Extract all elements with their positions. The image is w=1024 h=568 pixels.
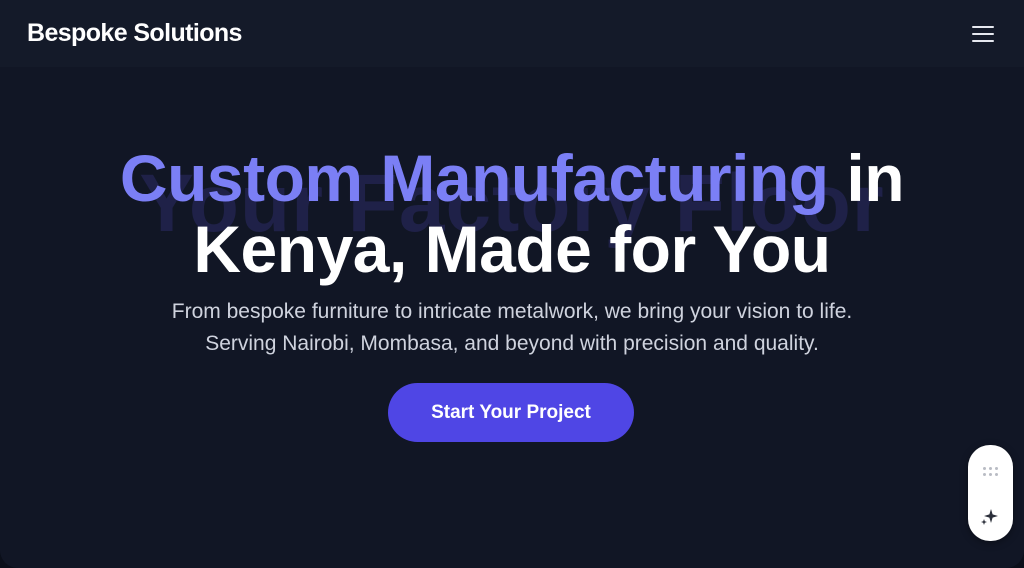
sparkle-icon[interactable] [979,506,1001,528]
hero-section: Your Factory Floor Custom Manufacturing … [0,67,1024,568]
floating-widget [968,445,1013,541]
start-project-button[interactable]: Start Your Project [388,383,634,442]
headline-accent: Custom Manufacturing [119,141,829,215]
headline-in: in [828,141,905,215]
drag-handle-icon[interactable] [983,467,998,476]
page-frame: Bespoke Solutions Your Factory Floor Cus… [0,0,1024,568]
menu-bar [972,25,994,28]
headline-line-2: Kenya, Made for You [193,212,831,286]
hamburger-menu-icon[interactable] [972,25,994,43]
brand-logo[interactable]: Bespoke Solutions [27,19,242,48]
top-navbar: Bespoke Solutions [0,0,1024,67]
hero-subtext: From bespoke furniture to intricate meta… [0,296,1024,360]
menu-bar [972,32,994,35]
hero-headline: Custom Manufacturing in Kenya, Made for … [0,143,1024,285]
subtext-line-2: Serving Nairobi, Mombasa, and beyond wit… [205,332,819,355]
menu-bar [972,39,994,42]
subtext-line-1: From bespoke furniture to intricate meta… [171,300,853,323]
